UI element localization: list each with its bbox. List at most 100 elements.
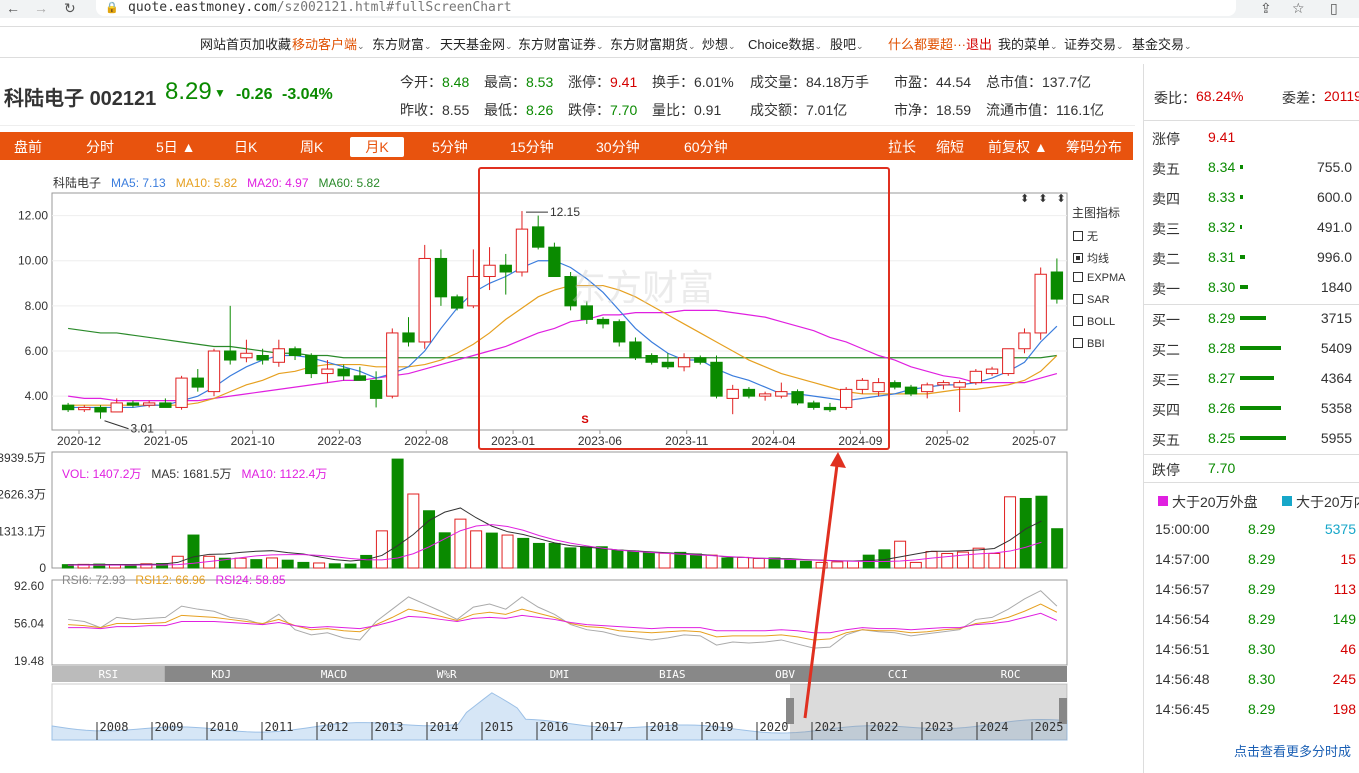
lock-icon[interactable]: 🔒 <box>105 1 119 14</box>
tab-6[interactable]: 5分钟 <box>432 137 468 157</box>
ask-row[interactable]: 卖四 8.33 600.0 <box>1152 183 1359 211</box>
tab-1[interactable]: 分时 <box>86 137 114 157</box>
tick-time: 15:00:00 <box>1155 521 1210 537</box>
bid-row[interactable]: 买二 8.28 5409 <box>1152 334 1359 362</box>
legend-ma60: MA60: 5.82 <box>318 176 380 190</box>
nav-item-10[interactable]: 什么都要超··· <box>888 34 966 53</box>
bid-price: 8.25 <box>1208 430 1236 446</box>
nav-item-13[interactable]: 证券交易⌄ <box>1064 34 1124 53</box>
nav-item-12[interactable]: 我的菜单⌄ <box>998 34 1058 53</box>
nav-item-1[interactable]: 加收藏 <box>252 34 291 53</box>
quote-field-3: 换手：6.01% <box>652 72 734 92</box>
toggle-arrows-icon[interactable]: ⬍⬍⬍ <box>1020 192 1075 205</box>
ask-price: 8.30 <box>1208 279 1236 295</box>
vol-bar-27 <box>485 532 498 569</box>
back-icon[interactable]: ← <box>6 0 20 16</box>
quote-field-label: 最高： <box>484 74 526 90</box>
ask-volume-bar <box>1240 165 1244 169</box>
overview-year-2013: 2013 <box>375 720 404 734</box>
quote-header: 科陆电子 002121 8.29 ▼ -0.26 -3.04% 今开：8.48 最… <box>0 64 1135 126</box>
tick-price: 8.29 <box>1248 551 1276 567</box>
toolbar-right-0[interactable]: 拉长 <box>888 137 916 157</box>
tick-row: 14:56:54 8.29 149 <box>1152 605 1359 633</box>
tick-time: 14:57:00 <box>1155 551 1210 567</box>
bid-row[interactable]: 买四 8.26 5358 <box>1152 394 1359 422</box>
vol-bar-38 <box>658 552 671 569</box>
nav-item-14[interactable]: 基金交易⌄ <box>1132 34 1192 53</box>
tab-7[interactable]: 15分钟 <box>510 137 554 157</box>
bid-volume: 5358 <box>1320 400 1352 416</box>
vol-bar-30 <box>532 542 545 569</box>
indicator-option-1[interactable]: 均线 <box>1073 250 1109 266</box>
tick-row: 14:56:57 8.29 113 <box>1152 575 1359 603</box>
tab-0[interactable]: 盘前 <box>14 137 42 157</box>
overview-year-2017: 2017 <box>595 720 624 734</box>
ask-row[interactable]: 卖一 8.30 1840 <box>1152 273 1359 301</box>
price-tick-3: 6.00 <box>25 344 49 358</box>
bookmark-star-icon[interactable]: ☆ <box>1292 0 1305 16</box>
indicator-option-5[interactable]: BBI <box>1073 338 1105 350</box>
nav-item-6[interactable]: 东方财富期货⌄ <box>610 34 696 53</box>
tick-time: 14:56:54 <box>1155 611 1210 627</box>
share-icon[interactable]: ⇪ <box>1260 0 1272 16</box>
candle-2 <box>94 405 107 419</box>
nav-item-4[interactable]: 天天基金网⌄ <box>440 34 513 53</box>
nav-item-3[interactable]: 东方财富⌄ <box>372 34 432 53</box>
candle-56 <box>969 369 983 385</box>
nav-item-5[interactable]: 东方财富证券⌄ <box>518 34 604 53</box>
tick-volume: 245 <box>1332 671 1356 687</box>
sidebar-icon[interactable]: ▯ <box>1330 0 1338 16</box>
reload-icon[interactable]: ↻ <box>64 0 76 16</box>
nav-item-9[interactable]: 股吧⌄ <box>830 34 864 53</box>
tab-4[interactable]: 周K <box>300 137 323 157</box>
chevron-down-icon: ⌄ <box>1050 41 1058 51</box>
chevron-down-icon: ⌄ <box>357 41 365 51</box>
vol-legend-ma5: MA5: 1681.5万 <box>151 467 232 481</box>
ask-row[interactable]: 卖二 8.31 996.0 <box>1152 243 1359 271</box>
more-ticks-link[interactable]: 点击查看更多分时成 <box>1234 741 1351 760</box>
vol-bar-63 <box>1051 528 1064 569</box>
toolbar-right-1[interactable]: 缩短 <box>936 137 964 157</box>
quote-field-6: 总市值：137.7亿 <box>986 72 1091 92</box>
nav-item-2[interactable]: 移动客户端⌄ <box>292 34 365 53</box>
overview-year-2015: 2015 <box>485 720 514 734</box>
toolbar-right-3[interactable]: 筹码分布 <box>1066 137 1122 157</box>
x-tick-2: 2021-10 <box>231 434 275 448</box>
tab-8[interactable]: 30分钟 <box>596 137 640 157</box>
forward-icon[interactable]: → <box>34 0 48 16</box>
tab-5[interactable]: 月K <box>350 137 404 157</box>
bid-row[interactable]: 买三 8.27 4364 <box>1152 364 1359 392</box>
vol-bar-47 <box>799 560 812 569</box>
tick-volume: 5375 <box>1324 521 1356 537</box>
bid-row[interactable]: 买一 8.29 3715 <box>1152 304 1359 332</box>
ask-price: 8.31 <box>1208 249 1236 265</box>
tab-2[interactable]: 5日 ▲ <box>156 137 196 157</box>
tick-price: 8.29 <box>1248 701 1276 717</box>
quote-field-5: 市盈：44.54 <box>894 72 971 92</box>
indicator-option-3[interactable]: SAR <box>1073 294 1110 306</box>
vol-bar-17 <box>328 563 341 569</box>
ask-row[interactable]: 卖三 8.32 491.0 <box>1152 213 1359 241</box>
quote-field-value: 116.1亿 <box>1056 102 1104 118</box>
bid-row[interactable]: 买五 8.25 5955 <box>1152 424 1359 452</box>
quote-field-label: 最低： <box>484 102 526 118</box>
nav-item-11[interactable]: 退出 <box>966 34 992 53</box>
nav-item-8[interactable]: Choice数据⌄ <box>748 34 822 53</box>
chevron-down-icon: ⌄ <box>728 41 736 51</box>
ask-label: 卖四 <box>1152 191 1180 207</box>
nav-item-0[interactable]: 网站首页 <box>200 34 252 53</box>
ask-row[interactable]: 卖五 8.34 755.0 <box>1152 153 1359 181</box>
indicator-option-4[interactable]: BOLL <box>1073 316 1115 328</box>
quote-field-label: 市净： <box>894 102 936 118</box>
indicator-option-0[interactable]: 无 <box>1073 228 1098 244</box>
overview-year-2021: 2021 <box>815 720 844 734</box>
nav-item-7[interactable]: 炒想⌄ <box>702 34 736 53</box>
indicator-option-2[interactable]: EXPMA <box>1073 272 1126 284</box>
overview-year-2023: 2023 <box>925 720 954 734</box>
tab-9[interactable]: 60分钟 <box>684 137 728 157</box>
dieting-label: 跌停 <box>1152 462 1180 478</box>
tick-time: 14:56:45 <box>1155 701 1210 717</box>
tab-3[interactable]: 日K <box>234 137 257 157</box>
legend-ma10: MA10: 5.82 <box>175 176 238 190</box>
toolbar-right-2[interactable]: 前复权 ▲ <box>988 137 1048 157</box>
